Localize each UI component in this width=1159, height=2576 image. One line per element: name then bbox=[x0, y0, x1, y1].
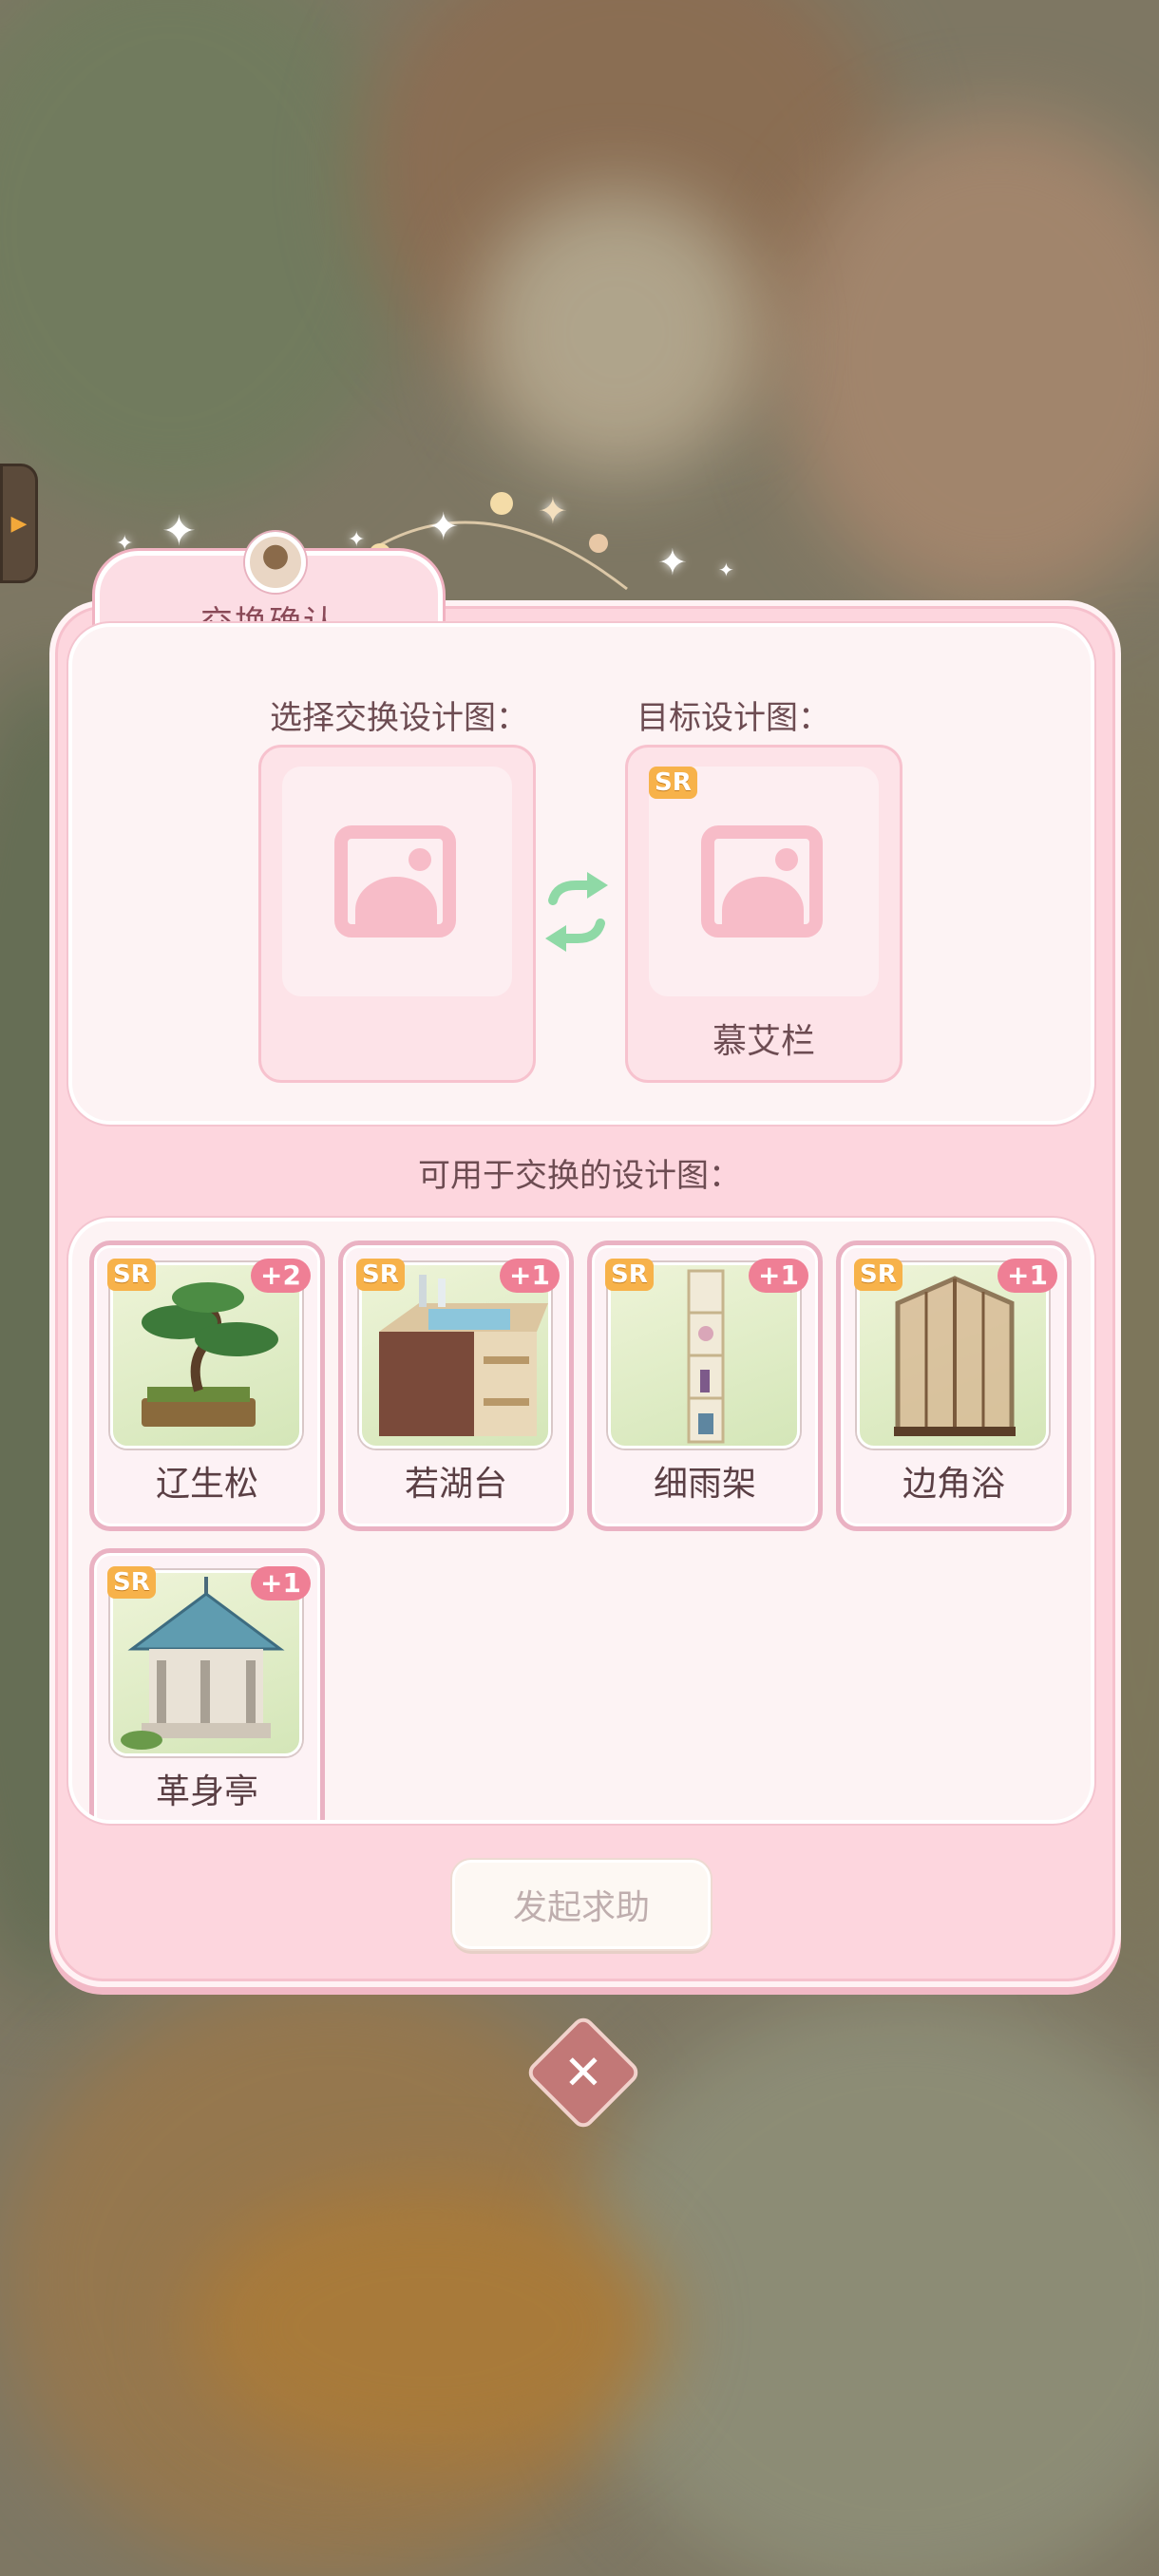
blueprint-card-shelf[interactable]: SR +1 细雨架 bbox=[587, 1241, 823, 1531]
blueprint-name: 细雨架 bbox=[653, 1465, 756, 1504]
sparkle-icon: ✦ bbox=[718, 559, 734, 581]
blueprint-name: 边角浴 bbox=[902, 1465, 1005, 1504]
target-blueprint-name: 慕艾栏 bbox=[712, 1022, 815, 1061]
blueprint-name: 革身亭 bbox=[155, 1772, 258, 1811]
image-placeholder-icon bbox=[701, 825, 823, 938]
blueprint-card-sink[interactable]: SR +1 若湖台 bbox=[338, 1241, 574, 1531]
rarity-badge: SR bbox=[854, 1259, 902, 1291]
count-badge: +2 bbox=[251, 1259, 311, 1293]
blueprint-card-shower[interactable]: SR +1 边角浴 bbox=[836, 1241, 1072, 1531]
sparkle-icon: ✦ bbox=[428, 505, 460, 549]
sparkle-icon: ✦ bbox=[538, 490, 568, 532]
rarity-badge: SR bbox=[107, 1259, 156, 1291]
close-icon: ✕ bbox=[563, 2045, 603, 2100]
available-blueprints-grid: SR +2 辽生松 SR +1 若湖台 SR +1 细雨架 SR +1 边角浴 … bbox=[68, 1218, 1094, 1824]
count-badge: +1 bbox=[251, 1566, 311, 1601]
target-blueprint-label: 目标设计图： bbox=[636, 699, 830, 737]
rarity-badge: SR bbox=[356, 1259, 405, 1291]
side-expand-icon: ▶ bbox=[10, 511, 28, 536]
count-badge: +1 bbox=[998, 1259, 1057, 1293]
available-blueprints-label: 可用于交换的设计图： bbox=[418, 1157, 741, 1195]
side-expand-tab[interactable]: ▶ bbox=[0, 464, 38, 583]
rarity-badge: SR bbox=[107, 1566, 156, 1599]
count-badge: +1 bbox=[500, 1259, 560, 1293]
select-blueprint-label: 选择交换设计图： bbox=[270, 699, 528, 737]
swap-arrows-icon bbox=[545, 872, 608, 952]
sparkle-icon: ✦ bbox=[162, 507, 197, 556]
target-blueprint-slot[interactable]: SR 慕艾栏 bbox=[625, 745, 902, 1083]
count-badge: +1 bbox=[749, 1259, 808, 1293]
avatar bbox=[245, 532, 306, 593]
blueprint-card-pavilion[interactable]: SR +1 革身亭 bbox=[89, 1548, 325, 1820]
rarity-badge: SR bbox=[605, 1259, 654, 1291]
select-blueprint-slot[interactable] bbox=[258, 745, 536, 1083]
sparkle-icon: ✦ bbox=[348, 528, 366, 552]
blueprint-name: 若湖台 bbox=[404, 1465, 507, 1504]
blueprint-card-pine[interactable]: SR +2 辽生松 bbox=[89, 1241, 325, 1531]
blueprint-name: 辽生松 bbox=[155, 1465, 258, 1504]
sparkle-icon: ✦ bbox=[657, 541, 688, 583]
image-placeholder-icon bbox=[334, 825, 456, 938]
rarity-badge: SR bbox=[649, 767, 697, 799]
request-help-button[interactable]: 发起求助 bbox=[452, 1860, 711, 1949]
